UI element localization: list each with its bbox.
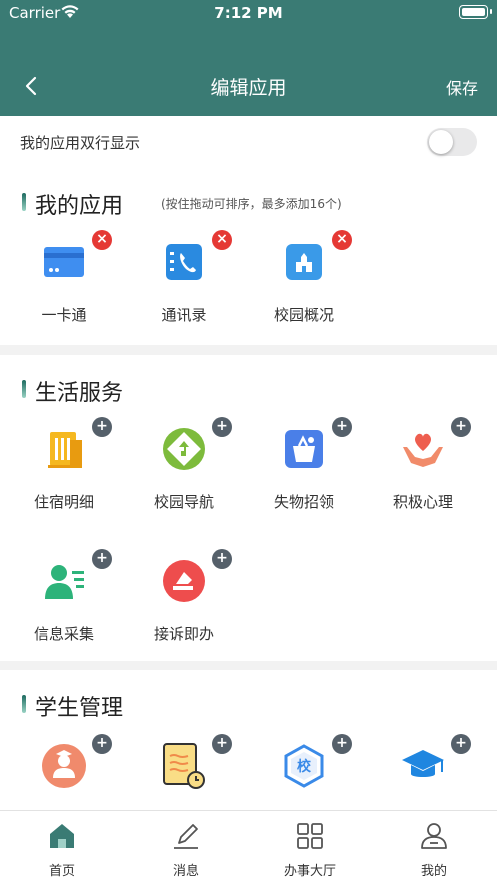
double-row-toggle-label: 我的应用双行显示 xyxy=(20,134,141,152)
app-student-1[interactable]: + xyxy=(9,734,119,810)
add-badge[interactable]: + xyxy=(92,734,112,754)
app-student-2[interactable]: + xyxy=(129,734,239,810)
add-badge[interactable]: + xyxy=(212,734,232,754)
add-badge[interactable]: + xyxy=(212,549,232,569)
app-lost-found[interactable]: + 失物招领 xyxy=(249,417,359,535)
app-contacts[interactable]: × 通讯录 xyxy=(129,230,239,348)
status-bar: Carrier 7:12 PM xyxy=(0,0,497,26)
app-complaint[interactable]: + 接诉即办 xyxy=(129,549,239,667)
app-psychology[interactable]: + 积极心理 xyxy=(368,417,478,535)
my-apps-section: 我的应用 (按住拖动可排序，最多添加16个) × 一卡通 × 通讯录 × 校园概… xyxy=(0,168,497,345)
add-badge[interactable]: + xyxy=(451,734,471,754)
section-title: 学生管理 xyxy=(35,696,124,721)
app-navigation[interactable]: + 校园导航 xyxy=(129,417,239,535)
app-label: 校园导航 xyxy=(153,493,214,511)
home-icon xyxy=(50,824,74,848)
app-label: 失物招领 xyxy=(273,493,334,511)
bottom-tab-bar: 首页 消息 办事大厅 我的 xyxy=(0,810,497,883)
tab-messages[interactable]: 消息 xyxy=(124,811,248,883)
app-campus-overview[interactable]: × 校园概况 xyxy=(249,230,359,348)
add-badge[interactable]: + xyxy=(92,417,112,437)
app-label: 信息采集 xyxy=(33,625,94,643)
app-label: 一卡通 xyxy=(41,306,87,324)
add-badge[interactable]: + xyxy=(332,734,352,754)
grid-icon xyxy=(297,823,323,849)
app-info-collect[interactable]: + 信息采集 xyxy=(9,549,119,667)
section-title: 我的应用 xyxy=(35,194,124,219)
user-icon xyxy=(421,823,447,849)
page-title: 编辑应用 xyxy=(210,77,287,99)
message-pen-icon xyxy=(174,824,198,849)
section-hint: (按住拖动可排序，最多添加16个) xyxy=(161,197,342,211)
tab-label: 消息 xyxy=(172,864,199,879)
app-student-3[interactable]: 校 + xyxy=(249,734,359,810)
app-label: 校园概况 xyxy=(273,306,334,324)
status-time: 7:12 PM xyxy=(214,4,283,22)
tab-service-hall[interactable]: 办事大厅 xyxy=(248,811,372,883)
app-label: 住宿明细 xyxy=(33,493,94,511)
app-label: 接诉即办 xyxy=(153,625,214,643)
app-label: 通讯录 xyxy=(161,306,207,324)
double-row-switch[interactable] xyxy=(427,128,477,156)
tab-mine[interactable]: 我的 xyxy=(372,811,496,883)
add-badge[interactable]: + xyxy=(212,417,232,437)
add-badge[interactable]: + xyxy=(451,417,471,437)
app-card[interactable]: × 一卡通 xyxy=(9,230,119,348)
app-label: 积极心理 xyxy=(392,493,453,511)
add-badge[interactable]: + xyxy=(92,549,112,569)
life-services-section: 生活服务 + 住宿明细 + 校园导航 + 失物招领 + 积极心理 + 信息采集 xyxy=(0,355,497,661)
remove-badge[interactable]: × xyxy=(332,230,352,250)
battery-icon xyxy=(459,5,492,19)
tab-label: 办事大厅 xyxy=(283,864,336,879)
section-title: 生活服务 xyxy=(35,381,124,406)
app-header: Carrier 7:12 PM 编辑应用 保存 xyxy=(0,0,497,116)
tab-label: 我的 xyxy=(420,864,447,879)
add-badge[interactable]: + xyxy=(332,417,352,437)
app-student-4[interactable]: + xyxy=(368,734,478,810)
app-dormitory[interactable]: + 住宿明细 xyxy=(9,417,119,535)
save-button[interactable]: 保存 xyxy=(446,75,478,99)
double-row-toggle-row: 我的应用双行显示 xyxy=(0,116,497,168)
school-badge-char: 校 xyxy=(297,758,312,775)
tab-label: 首页 xyxy=(48,864,75,879)
tab-home[interactable]: 首页 xyxy=(0,811,124,883)
remove-badge[interactable]: × xyxy=(92,230,112,250)
remove-badge[interactable]: × xyxy=(212,230,232,250)
student-mgmt-section: 学生管理 + + 校 + + xyxy=(0,670,497,810)
